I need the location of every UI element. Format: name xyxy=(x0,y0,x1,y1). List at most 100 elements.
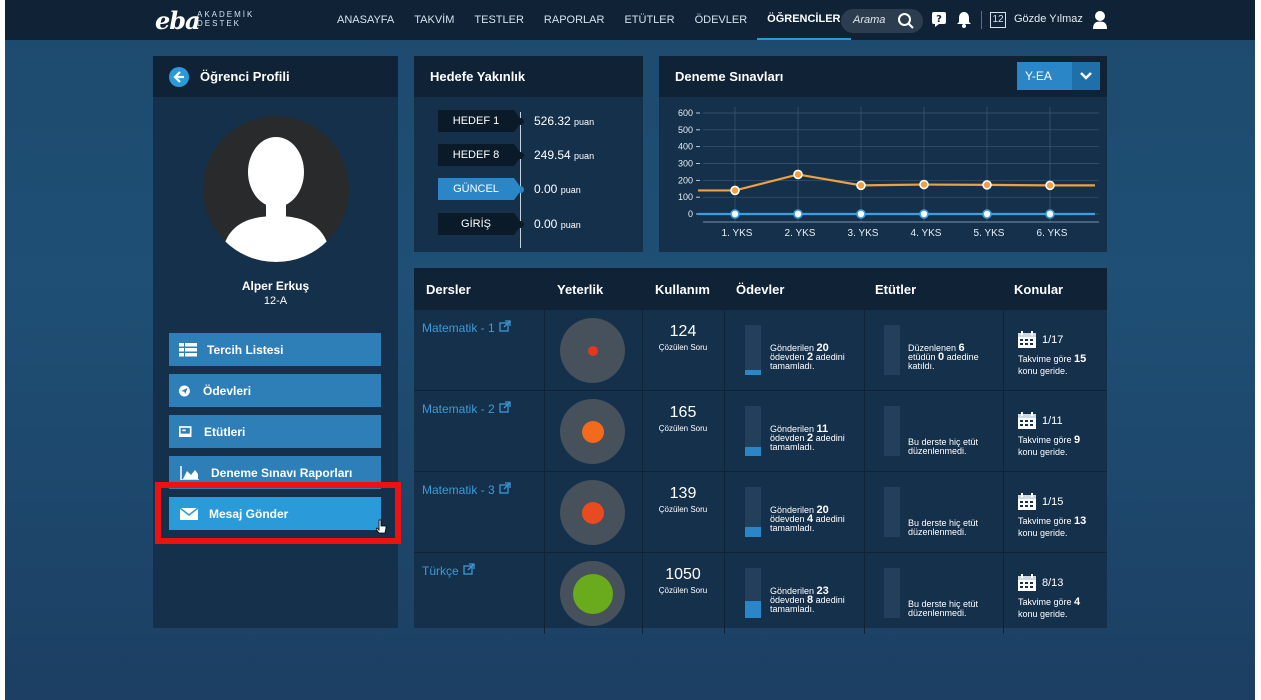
solved-label: Çözülen Soru xyxy=(658,343,708,352)
student-class: 12-A xyxy=(263,295,288,307)
hedef-tag: HEDEF 1 xyxy=(438,110,522,132)
hedefe-yakinlik-panel: Hedefe Yakınlık HEDEF 1 526.32 puan HEDE… xyxy=(414,56,643,252)
konu-ratio: 1/11 xyxy=(1042,414,1063,427)
konu-progress: 1/17 xyxy=(1018,331,1063,348)
etutleri-button[interactable]: Etütleri xyxy=(169,415,381,448)
cell-divider xyxy=(724,472,725,553)
solved-count: 1050 xyxy=(665,566,701,583)
hedef-dot xyxy=(517,221,524,228)
list-icon xyxy=(179,342,197,356)
hedef-row-3: GÜNCEL 0.00 puan xyxy=(438,178,581,200)
profile-title: Öğrenci Profili xyxy=(200,69,290,84)
konu-text-1: Takvime göre xyxy=(1018,354,1075,364)
konu-summary: Takvime göre 4 konu geride. xyxy=(1018,596,1080,620)
konu-behind-count: 4 xyxy=(1074,596,1081,608)
konu-ratio: 8/13 xyxy=(1042,576,1064,589)
external-link-icon xyxy=(499,320,511,332)
cell-divider xyxy=(864,472,865,553)
odev-summary: Gönderilen 20 ödevden 2 adedini tamamladı. xyxy=(770,343,845,371)
hedef-tag: GİRİŞ xyxy=(438,213,522,235)
etutleri-label: Etütleri xyxy=(204,424,246,439)
bell-icon[interactable] xyxy=(956,11,972,28)
odev-progress-fill xyxy=(745,447,761,456)
profile-header: Öğrenci Profili xyxy=(153,56,398,97)
nav-item-takvim[interactable]: TAKVİM xyxy=(404,0,464,40)
konu-behind-count: 15 xyxy=(1074,353,1087,365)
yeterlik-indicator xyxy=(560,561,625,626)
data-point xyxy=(919,209,929,219)
nav-item-anasayfa[interactable]: ANASAYFA xyxy=(327,0,404,40)
hedef-value-num: 0.00 xyxy=(534,182,558,196)
yeterlik-indicator xyxy=(560,480,625,545)
nav-item-testler[interactable]: TESTLER xyxy=(464,0,534,40)
yeterlik-dot xyxy=(572,573,613,614)
course-link[interactable]: Matematik - 2 xyxy=(422,401,511,416)
person-silhouette-icon xyxy=(221,137,331,262)
paper-plane-icon xyxy=(179,385,190,396)
etut-summary: Düzenlenen 6 etüdün 0 adedine katıldı. xyxy=(908,343,979,371)
konu-progress: 8/13 xyxy=(1018,574,1063,591)
course-name: Matematik - 3 xyxy=(422,483,495,497)
etut-text: düzenlenmedi. xyxy=(908,527,967,537)
cell-divider xyxy=(1003,391,1004,472)
tercih-listesi-button[interactable]: Tercih Listesi xyxy=(169,333,381,366)
calendar-icon xyxy=(1018,574,1036,591)
etut-progress-bar xyxy=(884,406,900,456)
courses-table: Dersler Yeterlik Kullanım Ödevler Etütle… xyxy=(414,268,1107,634)
hedef-tag-current: GÜNCEL xyxy=(438,178,522,200)
chevron-down-icon[interactable] xyxy=(1072,62,1100,90)
course-link[interactable]: Türkçe xyxy=(422,563,475,578)
odev-text: adedini xyxy=(813,352,845,362)
nav-item-raporlar[interactable]: RAPORLAR xyxy=(534,0,615,40)
etut-progress-bar xyxy=(884,487,900,537)
konu-behind-count: 9 xyxy=(1074,434,1081,446)
odev-text: adedini xyxy=(813,433,845,443)
odevleri-button[interactable]: Ödevleri xyxy=(169,374,381,407)
exam-type-select[interactable]: Y-EA xyxy=(1017,62,1100,90)
user-name[interactable]: Gözde Yılmaz xyxy=(1014,13,1083,25)
nav-item-etutler[interactable]: ETÜTLER xyxy=(614,0,684,40)
user-icon[interactable] xyxy=(1092,10,1108,29)
eba-logo[interactable]: eba AKADEMİK DESTEK xyxy=(155,6,252,35)
nav-item-ogrenciler[interactable]: ÖĞRENCİLER xyxy=(757,0,851,40)
exam-type-value: Y-EA xyxy=(1025,69,1052,83)
data-point xyxy=(730,209,740,219)
external-link-icon xyxy=(499,482,511,494)
konu-text-2: konu geride. xyxy=(1018,447,1068,457)
hedef-value: 0.00 puan xyxy=(534,217,581,231)
cell-divider xyxy=(544,391,545,472)
etut-progress-bar xyxy=(884,568,900,618)
course-link[interactable]: Matematik - 1 xyxy=(422,320,511,335)
x-tick-label: 4. YKS xyxy=(911,228,942,239)
col-yeterlik: Yeterlik xyxy=(557,282,604,297)
search-input[interactable]: Arama xyxy=(841,9,923,33)
odev-progress-fill xyxy=(745,370,761,375)
hedef-dot-current xyxy=(517,186,524,193)
odev-text: adedini xyxy=(813,595,845,605)
logo-sub-2: DESTEK xyxy=(197,19,242,28)
hedef-value-unit: puan xyxy=(560,220,581,230)
konu-ratio: 1/15 xyxy=(1042,495,1064,508)
y-tick-label: 400 xyxy=(678,142,693,152)
course-link[interactable]: Matematik - 3 xyxy=(422,482,511,497)
course-name: Türkçe xyxy=(422,564,459,578)
hedef-value-unit: puan xyxy=(560,185,581,195)
x-tick-label: 3. YKS xyxy=(848,228,879,239)
calendar-day-icon[interactable]: 12 xyxy=(990,12,1006,28)
solved-label: Çözülen Soru xyxy=(658,505,708,514)
search-placeholder: Arama xyxy=(853,14,886,26)
data-point xyxy=(982,209,992,219)
back-button[interactable] xyxy=(169,67,189,87)
konu-summary: Takvime göre 13 konu geride. xyxy=(1018,515,1086,539)
cell-divider xyxy=(1003,310,1004,391)
help-icon[interactable]: ? xyxy=(931,11,947,27)
deneme-sinavlari-panel: Deneme Sınavları Y-EA 600 500 400 300 200 100… xyxy=(659,56,1107,252)
calendar-icon xyxy=(1018,331,1036,348)
konu-text-2: konu geride. xyxy=(1018,609,1068,619)
app-frame: eba AKADEMİK DESTEK ANASAYFA TAKVİM TEST… xyxy=(5,0,1255,700)
odev-progress-bar xyxy=(745,406,761,456)
y-tick-label: 600 xyxy=(678,108,693,118)
student-avatar xyxy=(203,116,349,262)
hedef-value-num: 526.32 xyxy=(534,114,571,128)
nav-item-odevler[interactable]: ÖDEVLER xyxy=(685,0,758,40)
